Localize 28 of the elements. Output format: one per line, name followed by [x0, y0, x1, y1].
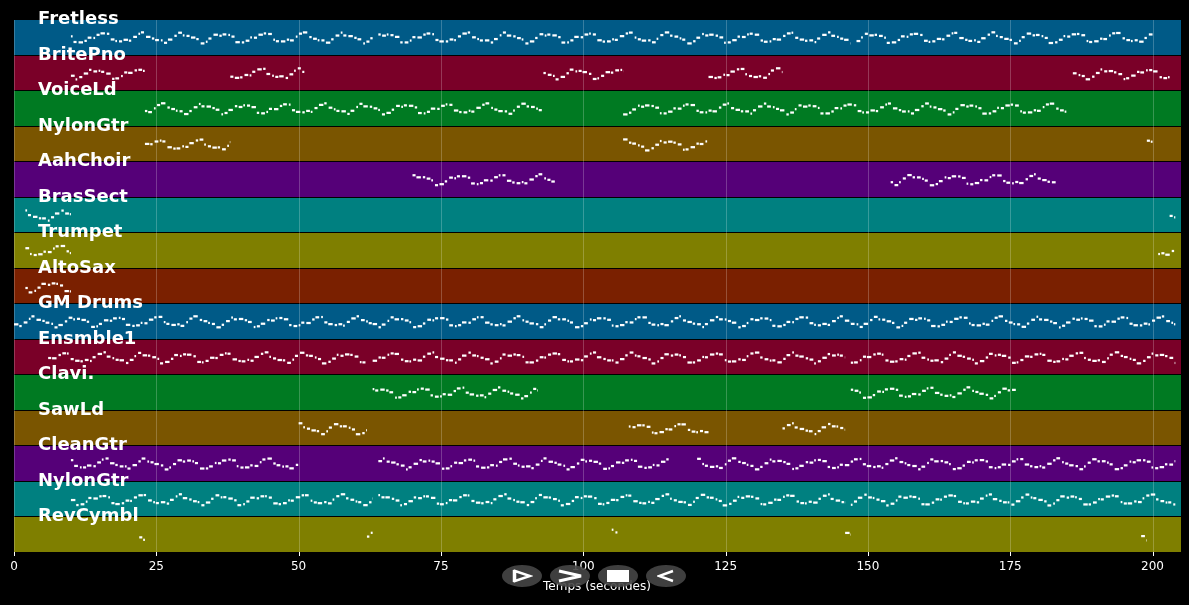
track-name: Ensmble1 [38, 326, 137, 349]
tick-label: 75 [433, 558, 449, 573]
track-name: SawLd [38, 397, 105, 420]
tick-label: 175 [998, 558, 1022, 573]
tick-label: 50 [291, 558, 307, 573]
track-name: AltoSax [38, 255, 116, 278]
track-name: NylonGtr [38, 113, 129, 136]
tick-label: 200 [1141, 558, 1164, 573]
tick-label: 125 [714, 558, 738, 573]
track-name: Fretless [38, 7, 119, 29]
chevron-right-icon [557, 568, 583, 583]
track-name: GM Drums [38, 291, 144, 313]
triangle-bar-icon [511, 568, 533, 583]
track-name: Clavi. [38, 362, 95, 384]
track-name: AahChoir [38, 149, 131, 171]
track-name: Trumpet [38, 220, 123, 242]
track-name: NylonGtr [38, 468, 129, 491]
tick-label: 25 [148, 558, 164, 573]
track-name: CleanGtr [38, 433, 127, 455]
track-name: RevCymbl [38, 504, 139, 526]
track-name: BritePno [38, 42, 126, 65]
track-name: BrasSect [38, 184, 128, 207]
track-name: VoiceLd [38, 78, 117, 100]
tick-label: 0 [10, 558, 18, 573]
axis-title: Temps (secondes) [543, 578, 651, 593]
player-button[interactable] [502, 564, 542, 587]
tick-label: 100 [571, 558, 595, 573]
tick-label: 150 [856, 558, 880, 573]
